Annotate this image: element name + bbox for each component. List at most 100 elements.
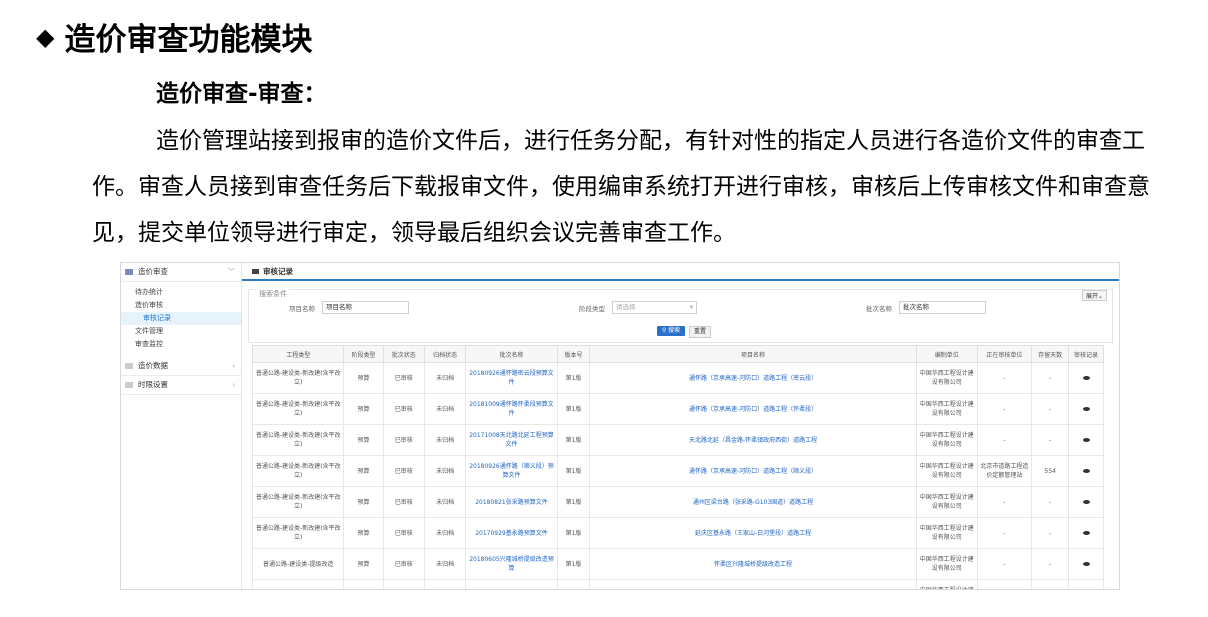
expand-button[interactable]: 展开⌄ (1081, 290, 1107, 301)
chevron-down-icon: ⌄ (1097, 293, 1103, 300)
table-cell[interactable]: 通怀路（京承高速-河防口）道路工程（顺义段） (589, 455, 917, 487)
list-icon (252, 268, 259, 274)
eye-icon[interactable] (1082, 499, 1090, 504)
tab-audit-records[interactable]: 审核记录 (242, 263, 1119, 281)
table-cell: 未归档 (423, 486, 467, 518)
eye-icon[interactable] (1082, 406, 1090, 411)
table-cell[interactable] (589, 579, 917, 589)
table-cell[interactable]: 20181009通怀路怀柔段预算文件 (465, 393, 558, 425)
audit-records-table: 工程类型 阶段类型 批次状态 归档状态 批次名称 版本号 项目名称 编制单位 正在审核单位 存留天… (251, 345, 1104, 589)
table-cell: 已审核 (382, 362, 425, 394)
table-cell[interactable]: 20170929基永路预算文件 (465, 517, 558, 549)
audit-record-cell (1068, 455, 1104, 487)
table-cell[interactable]: 延庆区基永路（王家山-白河堡段）道路工程 (589, 517, 917, 549)
column-header: 正在审核单位 (976, 345, 1033, 363)
table-cell[interactable]: 天北路北延（昌金路-怀柔镇政府西街）道路工程 (589, 424, 917, 456)
table-cell: 预算 (343, 362, 384, 394)
table-cell[interactable]: 通怀路（京承高速-河防口）道路工程（怀柔段） (589, 393, 917, 425)
table-cell: 中国华西工程设计建设有限公司 (915, 362, 978, 394)
table-header-row: 工程类型 阶段类型 批次状态 归档状态 批次名称 版本号 项目名称 编制单位 正在审核单位 存留天… (251, 345, 1104, 363)
app-screenshot: 造价审查 ﹀ 待办统计 造价审核 审核记录 文件管理 审查监控 造价数据 › 时… (120, 262, 1120, 590)
sidebar-item-review-monitor[interactable]: 审查监控 (121, 338, 241, 351)
table-cell: 中国华西工程设计建设有限公司 (915, 424, 978, 456)
list-icon (125, 363, 133, 369)
table-cell: 预算 (343, 486, 384, 518)
table-cell: - (976, 548, 1033, 580)
stage-type-value: 请选择 (616, 303, 636, 311)
table-cell[interactable]: 通州区梁台路（张采路-G103国道）道路工程 (589, 486, 917, 518)
table-cell: 第1版 (556, 486, 591, 518)
sidebar-item-file-management[interactable]: 文件管理 (121, 325, 241, 338)
table-cell: 中国华西工程设计建设有限公司 (915, 486, 978, 518)
sidebar-item-audit-records[interactable]: 审核记录 (121, 312, 241, 325)
audit-record-cell (1068, 517, 1104, 549)
table-cell: - (976, 362, 1033, 394)
search-button-label: 搜索 (668, 327, 681, 334)
table-cell: 预算 (343, 393, 384, 425)
table-cell: 中国华西工程设计建设有限公司 (915, 393, 978, 425)
table-cell: 未归档 (423, 455, 467, 487)
table-cell: 未归档 (423, 362, 467, 394)
sidebar: 造价审查 ﹀ 待办统计 造价审核 审核记录 文件管理 审查监控 造价数据 › 时… (121, 263, 242, 589)
table-cell: 已审核 (382, 486, 425, 518)
sidebar-item-cost-audit[interactable]: 造价审核 (121, 299, 241, 312)
table-cell[interactable]: 20180821张采路预算文件 (465, 486, 558, 518)
table-cell: 普通公路-建设类-新改建(含平改立) (251, 393, 345, 425)
batch-name-label: 批次名称 (866, 305, 892, 313)
batch-name-input[interactable]: 批次名称 (899, 301, 986, 314)
eye-icon[interactable] (1082, 530, 1090, 535)
column-header: 审核记录 (1068, 345, 1104, 363)
search-panel: 搜索条件 项目名称 项目名称 阶段类型 请选择 ▾ 批次名称 批次名称 ⚲ 搜索 … (248, 289, 1113, 343)
table-cell: 554 (1031, 455, 1070, 487)
table-cell[interactable]: 20180926通怀路（顺义段）预算文件 (465, 455, 558, 487)
table-cell[interactable]: 20171008天北路北延工程预算文件 (465, 424, 558, 456)
table-row: 普通公路-建设类-新改建(含平改立) 预算 已审核 未归档 20170929基永路预算文… (251, 517, 1104, 549)
table-row: 普通公路-建设类-新改建(含平改立) 预算 已审核 未归档 20180926通怀路密云段… (251, 362, 1104, 394)
table-cell (343, 579, 384, 589)
table-cell: 预算 (343, 424, 384, 456)
table-cell[interactable]: 20180605兴隆城桥提级改造预算 (465, 548, 558, 580)
chevron-down-icon: ﹀ (228, 268, 235, 276)
sidebar-group-label: 时限设置 (138, 380, 168, 389)
table-cell[interactable]: 20180926通怀路密云段预算文件 (465, 362, 558, 394)
search-button[interactable]: ⚲ 搜索 (657, 326, 685, 336)
tab-label: 审核记录 (263, 266, 293, 276)
main-panel: 审核记录 搜索条件 项目名称 项目名称 阶段类型 请选择 ▾ 批次名称 批次名称 … (242, 263, 1119, 589)
column-header: 批次状态 (382, 345, 425, 363)
table-cell[interactable] (465, 579, 558, 589)
table-cell: 未归档 (423, 548, 467, 580)
stage-type-select[interactable]: 请选择 ▾ (612, 301, 697, 314)
eye-icon[interactable] (1082, 561, 1090, 566)
table-cell: 普通公路-建设类-新改建(含平改立) (251, 362, 345, 394)
eye-icon[interactable] (1082, 375, 1090, 380)
reset-button[interactable]: 重置 (689, 326, 711, 338)
table-row: 普通公路-建设类-提级改造 预算 已审核 未归档 20180605兴隆城桥提级改造预算第… (251, 548, 1104, 580)
table-cell (382, 579, 425, 589)
project-name-label: 项目名称 (289, 305, 315, 313)
table-cell: 普通公路-建设类-新改建(含平改立) (251, 455, 345, 487)
stage-type-label: 阶段类型 (579, 305, 605, 313)
table-cell: 预算 (343, 548, 384, 580)
column-header: 编制单位 (915, 345, 978, 363)
table-cell: - (1031, 548, 1070, 580)
table-cell[interactable]: 通怀路（京承高速-河防口）道路工程（密云段） (589, 362, 917, 394)
sidebar-group-label: 造价数据 (138, 361, 168, 370)
table-cell: 中国华西工程设计建设有限公司 (915, 548, 978, 580)
sidebar-group-time-settings[interactable]: 时限设置 › (121, 376, 241, 395)
project-name-input[interactable]: 项目名称 (322, 301, 409, 314)
table-cell: 普通公路-建设类-新改建(含平改立) (251, 517, 345, 549)
sidebar-group-cost-review[interactable]: 造价审查 ﹀ (121, 263, 241, 282)
table-row: 普通公路-建设类-新改建(含平改立) 预算 已审核 未归档 20171008天北路北延工… (251, 424, 1104, 456)
sidebar-group-cost-data[interactable]: 造价数据 › (121, 357, 241, 376)
eye-icon[interactable] (1082, 468, 1090, 473)
grid-icon (125, 269, 133, 275)
column-header: 批次名称 (465, 345, 558, 363)
table-cell: 普通公路-建设类-新改建 (251, 579, 345, 589)
table-cell: 普通公路-建设类-新改建(含平改立) (251, 424, 345, 456)
table-cell[interactable]: 怀柔区兴隆城桥提级改造工程 (589, 548, 917, 580)
eye-icon[interactable] (1082, 437, 1090, 442)
table-cell: 第1版 (556, 455, 591, 487)
table-cell: 预算 (343, 455, 384, 487)
expand-label: 展开 (1085, 293, 1098, 300)
sidebar-item-todo-stats[interactable]: 待办统计 (121, 286, 241, 299)
